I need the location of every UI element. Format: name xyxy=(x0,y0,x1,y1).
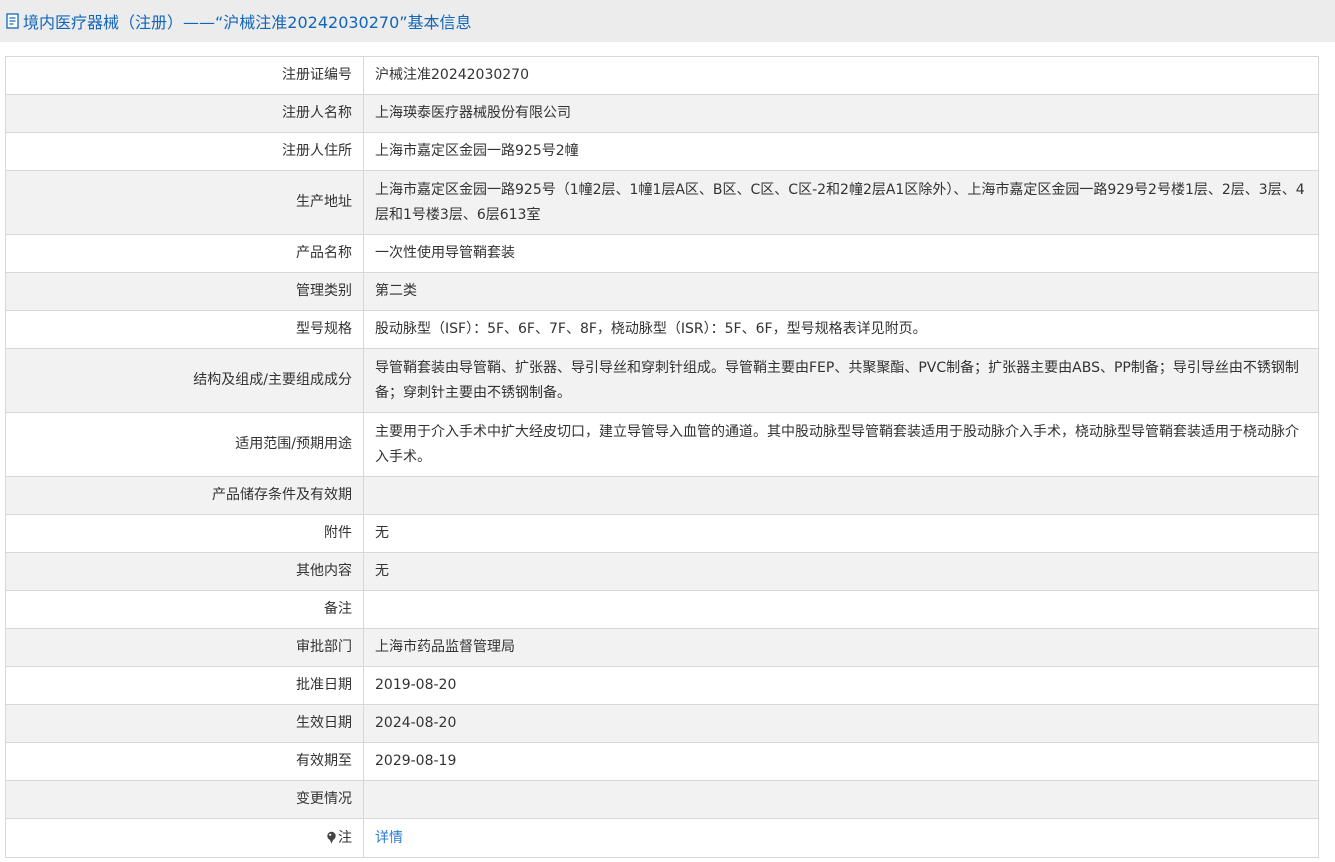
info-table: 注册证编号 沪械注准20242030270 注册人名称 上海瑛泰医疗器械股份有限… xyxy=(5,56,1319,858)
table-row: 附件 无 xyxy=(5,514,1319,553)
table-row: 变更情况 xyxy=(5,780,1319,819)
row-value: 2029-08-19 xyxy=(363,742,1319,781)
pin-icon xyxy=(327,831,336,843)
row-value: 上海市嘉定区金园一路925号2幢 xyxy=(363,132,1319,171)
table-row: 注册人名称 上海瑛泰医疗器械股份有限公司 xyxy=(5,94,1319,133)
info-table-container: 注册证编号 沪械注准20242030270 注册人名称 上海瑛泰医疗器械股份有限… xyxy=(5,56,1319,858)
row-label: 变更情况 xyxy=(5,780,364,819)
note-label: 注 xyxy=(338,829,352,846)
table-row: 备注 xyxy=(5,590,1319,629)
row-value: 无 xyxy=(363,514,1319,553)
table-row: 审批部门 上海市药品监督管理局 xyxy=(5,628,1319,667)
row-label: 其他内容 xyxy=(5,552,364,591)
row-label: 结构及组成/主要组成成分 xyxy=(5,348,364,413)
row-value: 沪械注准20242030270 xyxy=(363,56,1319,95)
table-row: 结构及组成/主要组成成分 导管鞘套装由导管鞘、扩张器、导引导丝和穿刺针组成。导管… xyxy=(5,348,1319,413)
table-row: 产品名称 一次性使用导管鞘套装 xyxy=(5,234,1319,273)
row-value: 股动脉型（ISF）：5F、6F、7F、8F，桡动脉型（ISR）：5F、6F，型号… xyxy=(363,310,1319,349)
table-row: 适用范围/预期用途 主要用于介入手术中扩大经皮切口，建立导管导入血管的通道。其中… xyxy=(5,412,1319,477)
row-label: 备注 xyxy=(5,590,364,629)
row-value: 一次性使用导管鞘套装 xyxy=(363,234,1319,273)
row-label: 注册证编号 xyxy=(5,56,364,95)
row-value: 第二类 xyxy=(363,272,1319,311)
table-row: 产品储存条件及有效期 xyxy=(5,476,1319,515)
row-label: 产品储存条件及有效期 xyxy=(5,476,364,515)
row-value xyxy=(363,590,1319,629)
row-label: 适用范围/预期用途 xyxy=(5,412,364,477)
page-title: 境内医疗器械（注册）——“沪械注准20242030270”基本信息 xyxy=(23,13,472,32)
table-row: 型号规格 股动脉型（ISF）：5F、6F、7F、8F，桡动脉型（ISR）：5F、… xyxy=(5,310,1319,349)
row-value: 导管鞘套装由导管鞘、扩张器、导引导丝和穿刺针组成。导管鞘主要由FEP、共聚聚酯、… xyxy=(363,348,1319,413)
row-label: 附件 xyxy=(5,514,364,553)
note-value-cell: 详情 xyxy=(363,818,1319,858)
table-row: 生效日期 2024-08-20 xyxy=(5,704,1319,743)
row-value: 主要用于介入手术中扩大经皮切口，建立导管导入血管的通道。其中股动脉型导管鞘套装适… xyxy=(363,412,1319,477)
row-label: 管理类别 xyxy=(5,272,364,311)
table-row: 批准日期 2019-08-20 xyxy=(5,666,1319,705)
page-header: 境内医疗器械（注册）——“沪械注准20242030270”基本信息 xyxy=(0,0,1335,42)
row-label: 审批部门 xyxy=(5,628,364,667)
note-row: 注 详情 xyxy=(5,818,1319,858)
row-value xyxy=(363,780,1319,819)
document-icon xyxy=(6,13,19,29)
row-value: 上海瑛泰医疗器械股份有限公司 xyxy=(363,94,1319,133)
table-row: 注册证编号 沪械注准20242030270 xyxy=(5,56,1319,95)
row-value: 2019-08-20 xyxy=(363,666,1319,705)
row-label: 产品名称 xyxy=(5,234,364,273)
row-value xyxy=(363,476,1319,515)
row-label: 型号规格 xyxy=(5,310,364,349)
row-value: 无 xyxy=(363,552,1319,591)
row-label: 批准日期 xyxy=(5,666,364,705)
row-value: 上海市嘉定区金园一路925号（1幢2层、1幢1层A区、B区、C区、C区-2和2幢… xyxy=(363,170,1319,235)
row-label: 注册人住所 xyxy=(5,132,364,171)
table-row: 有效期至 2029-08-19 xyxy=(5,742,1319,781)
note-label-cell: 注 xyxy=(5,818,364,858)
table-row: 管理类别 第二类 xyxy=(5,272,1319,311)
row-label: 注册人名称 xyxy=(5,94,364,133)
row-label: 有效期至 xyxy=(5,742,364,781)
details-link[interactable]: 详情 xyxy=(375,830,403,846)
table-row: 生产地址 上海市嘉定区金园一路925号（1幢2层、1幢1层A区、B区、C区、C区… xyxy=(5,170,1319,235)
row-label: 生产地址 xyxy=(5,170,364,235)
row-value: 2024-08-20 xyxy=(363,704,1319,743)
row-value: 上海市药品监督管理局 xyxy=(363,628,1319,667)
row-label: 生效日期 xyxy=(5,704,364,743)
table-row: 其他内容 无 xyxy=(5,552,1319,591)
table-row: 注册人住所 上海市嘉定区金园一路925号2幢 xyxy=(5,132,1319,171)
